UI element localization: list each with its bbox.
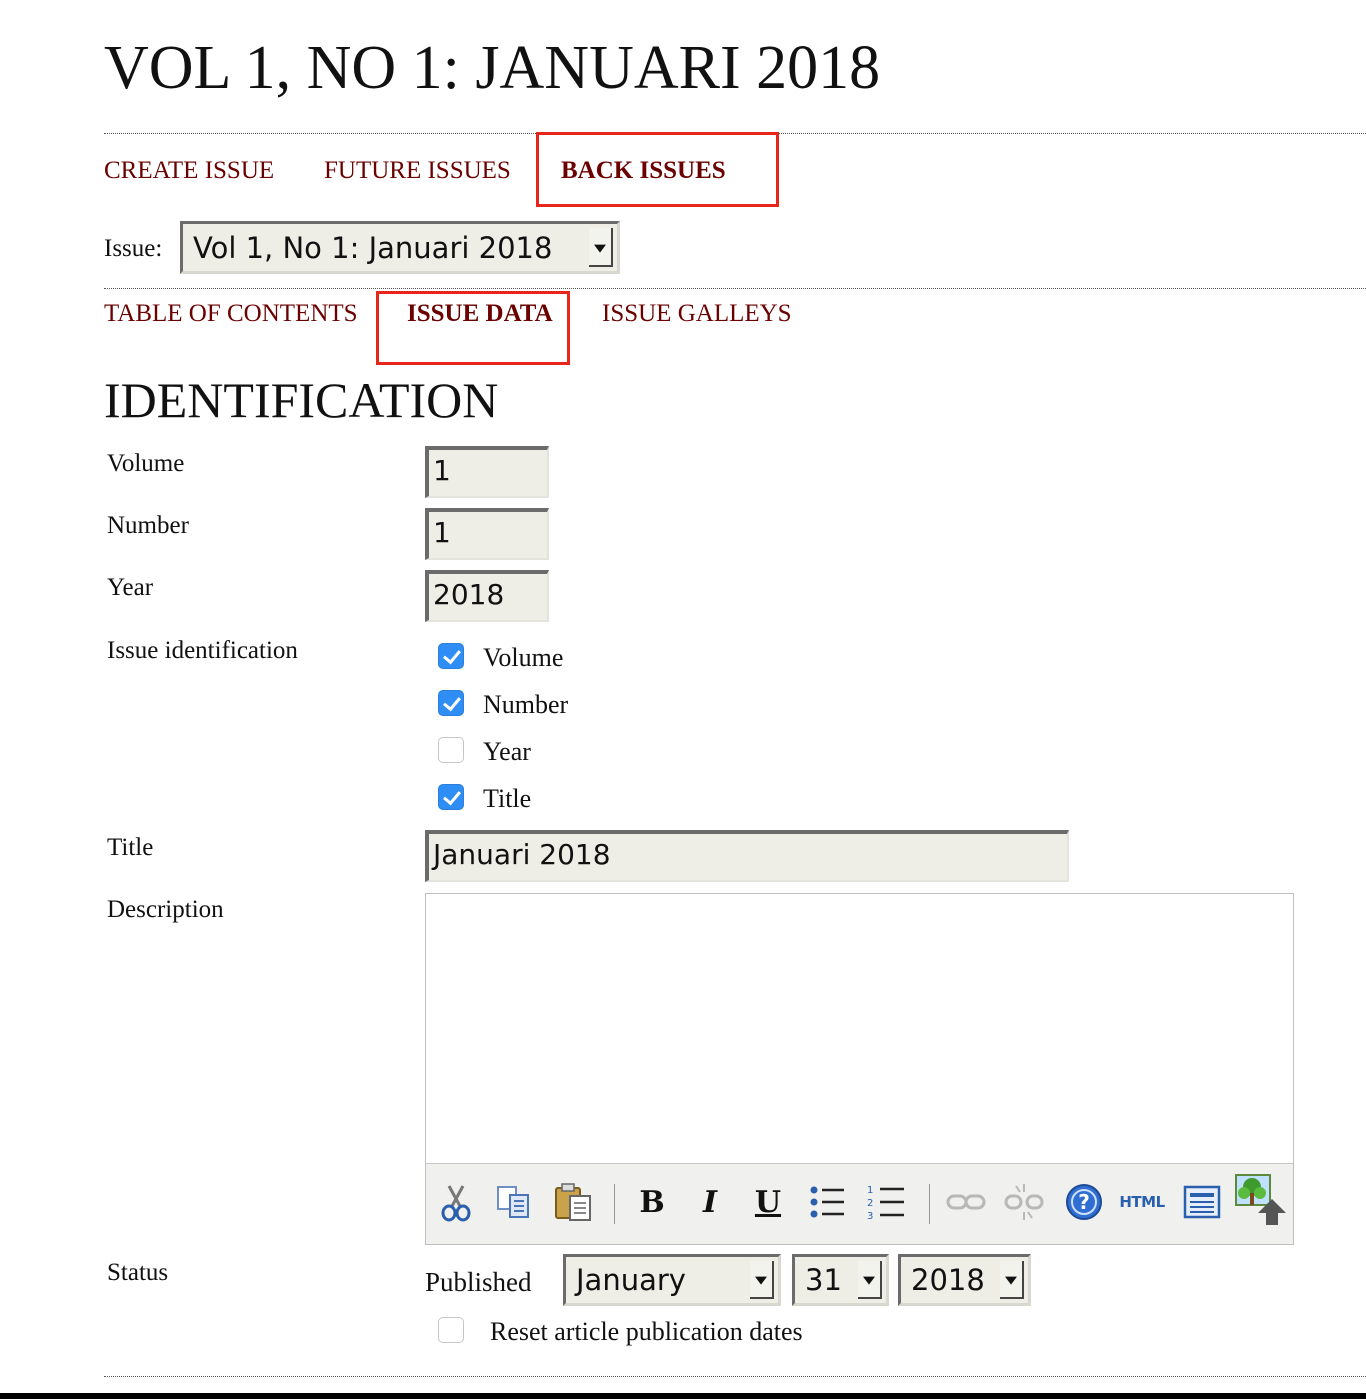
- title-label: Title: [107, 834, 154, 861]
- divider: [104, 1376, 1366, 1377]
- nav-create-issue[interactable]: CREATE ISSUE: [104, 156, 274, 186]
- volume-label: Volume: [107, 450, 185, 477]
- html-icon[interactable]: HTML: [1116, 1180, 1168, 1224]
- month-select-value: January: [576, 1263, 686, 1297]
- reset-dates-checkbox[interactable]: [438, 1317, 464, 1343]
- tab-table-of-contents[interactable]: TABLE OF CONTENTS: [104, 299, 358, 329]
- volume-checkbox[interactable]: [438, 643, 464, 669]
- volume-checkbox-label: Volume: [483, 643, 564, 672]
- number-label: Number: [107, 512, 189, 539]
- highlight-back-issues: [536, 132, 779, 207]
- divider: [104, 288, 1366, 289]
- nav-future-issues[interactable]: FUTURE ISSUES: [324, 156, 511, 186]
- highlight-issue-data: [376, 291, 570, 365]
- svg-text:?: ?: [1078, 1190, 1090, 1214]
- cut-icon[interactable]: [436, 1180, 476, 1224]
- title-field[interactable]: Januari 2018: [425, 830, 1069, 882]
- paste-icon[interactable]: [550, 1180, 598, 1224]
- reset-dates-label: Reset article publication dates: [490, 1317, 803, 1346]
- numbered-list-icon[interactable]: 1 2 3: [864, 1180, 908, 1224]
- description-label: Description: [107, 896, 224, 923]
- month-select[interactable]: January: [563, 1254, 781, 1306]
- section-heading: IDENTIFICATION: [104, 372, 499, 428]
- year-label: Year: [107, 574, 154, 601]
- status-label: Status: [107, 1259, 169, 1286]
- tab-issue-galleys[interactable]: ISSUE GALLEYS: [602, 299, 792, 329]
- issue-select-value: Vol 1, No 1: Januari 2018: [193, 230, 553, 265]
- issue-identification-label: Issue identification: [107, 637, 298, 664]
- image-icon[interactable]: [1232, 1172, 1288, 1228]
- editor-toolbar: B I U 1 2 3 ? HTML: [426, 1163, 1293, 1244]
- number-checkbox[interactable]: [438, 690, 464, 716]
- help-icon[interactable]: ?: [1062, 1180, 1106, 1224]
- title-checkbox[interactable]: [438, 784, 464, 810]
- italic-icon[interactable]: I: [690, 1180, 730, 1224]
- day-select-value: 31: [805, 1263, 842, 1297]
- chevron-down-icon: [750, 1261, 774, 1299]
- underline-icon[interactable]: U: [748, 1180, 788, 1224]
- page-title: VOL 1, NO 1: JANUARI 2018: [104, 34, 881, 102]
- description-textarea[interactable]: [426, 894, 1293, 1164]
- svg-text:2: 2: [867, 1198, 873, 1209]
- chevron-down-icon: [858, 1261, 882, 1299]
- chevron-down-icon: [589, 228, 613, 267]
- issue-select-label: Issue:: [104, 235, 163, 262]
- title-checkbox-label: Title: [483, 784, 532, 813]
- year-checkbox[interactable]: [438, 737, 464, 763]
- year-select-value: 2018: [911, 1263, 985, 1297]
- toolbar-separator: [929, 1184, 930, 1224]
- published-label: Published: [425, 1267, 532, 1297]
- copy-icon[interactable]: [492, 1180, 536, 1224]
- issue-select[interactable]: Vol 1, No 1: Januari 2018: [180, 221, 620, 274]
- year-select[interactable]: 2018: [898, 1254, 1031, 1306]
- year-checkbox-label: Year: [483, 737, 531, 766]
- bottom-edge: [0, 1393, 1366, 1399]
- fullscreen-icon[interactable]: [1180, 1180, 1224, 1224]
- number-field[interactable]: 1: [425, 508, 549, 560]
- volume-field[interactable]: 1: [425, 446, 549, 498]
- number-checkbox-label: Number: [483, 690, 569, 719]
- unlink-icon[interactable]: [1002, 1180, 1046, 1224]
- day-select[interactable]: 31: [792, 1254, 889, 1306]
- svg-text:3: 3: [867, 1211, 873, 1221]
- description-editor[interactable]: B I U 1 2 3 ? HTML: [425, 893, 1294, 1245]
- toolbar-separator: [614, 1184, 615, 1224]
- chevron-down-icon: [1000, 1261, 1024, 1299]
- bullet-list-icon[interactable]: [806, 1180, 850, 1224]
- year-field[interactable]: 2018: [425, 570, 549, 622]
- svg-text:1: 1: [867, 1185, 873, 1196]
- bold-icon[interactable]: B: [632, 1180, 672, 1224]
- link-icon[interactable]: [944, 1180, 988, 1224]
